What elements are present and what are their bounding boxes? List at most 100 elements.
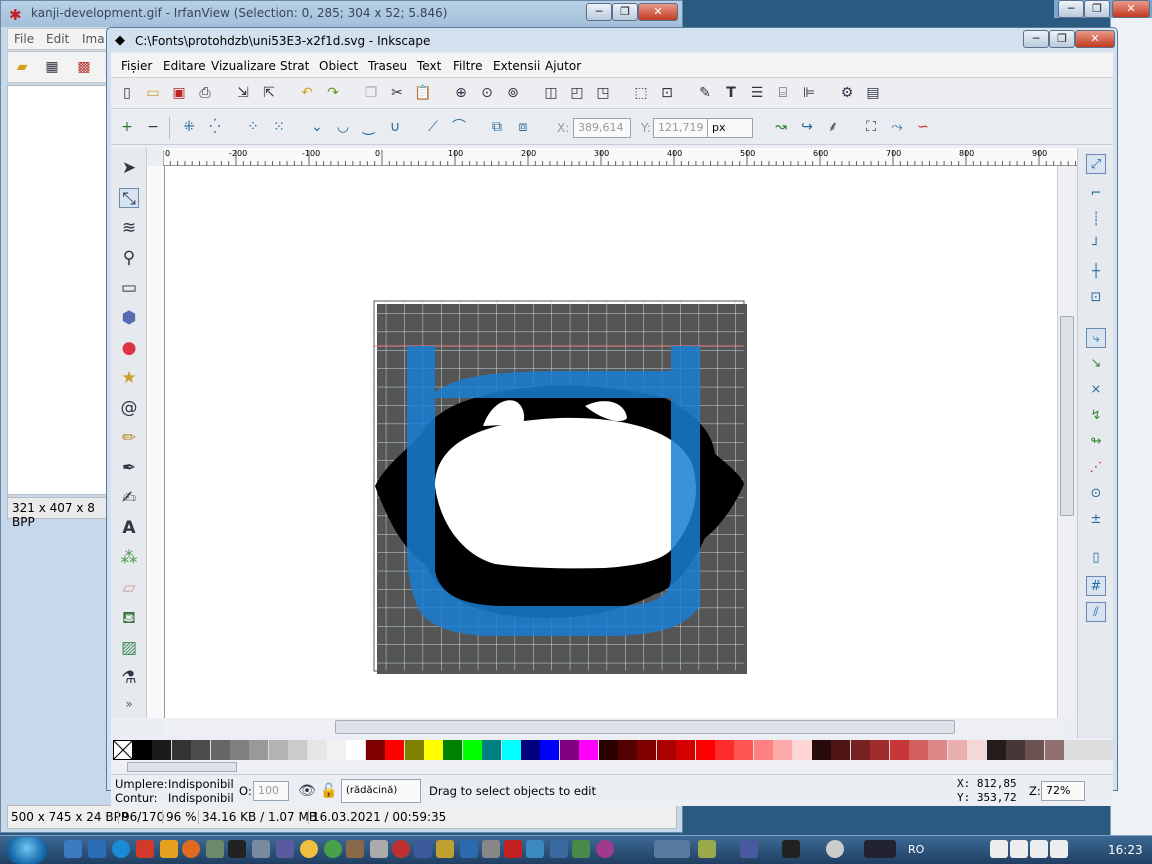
app-icon[interactable] [392,840,410,858]
color-swatch[interactable] [1006,740,1025,760]
color-swatch[interactable] [579,740,599,760]
tray-icon[interactable] [1050,840,1068,858]
close-button[interactable]: ✕ [1112,0,1150,18]
join-nodes-icon[interactable]: ⁜ [179,117,199,137]
app-icon[interactable] [572,840,590,858]
explorer-icon[interactable] [88,840,106,858]
color-swatch[interactable] [210,740,230,760]
app-icon[interactable] [252,840,270,858]
tray-icon[interactable] [1010,840,1028,858]
app-icon[interactable] [300,840,318,858]
vertical-scroll-thumb[interactable] [1060,316,1074,516]
color-swatch[interactable] [288,740,308,760]
menu-traseu[interactable]: Traseu [368,59,407,73]
internet-explorer-icon[interactable] [112,840,130,858]
eraser-tool-icon[interactable]: ▱ [119,578,139,598]
media-icon[interactable] [136,840,154,858]
3d-box-tool-icon[interactable]: ⬢ [119,308,139,328]
color-swatch[interactable] [152,740,172,760]
chrome-icon[interactable] [324,840,342,858]
opacity-input[interactable]: 100 [253,781,289,801]
color-swatch[interactable] [559,740,579,760]
color-swatch[interactable] [676,740,696,760]
layers-icon[interactable]: ☰ [747,83,767,103]
color-swatch[interactable] [812,740,831,760]
auto-smooth-node-icon[interactable]: ∪ [385,117,405,137]
color-swatch[interactable] [249,740,269,760]
paint-bucket-tool-icon[interactable]: ⛾ [119,608,139,628]
app-icon[interactable] [370,840,388,858]
color-swatch[interactable] [889,740,909,760]
php-icon[interactable] [276,840,294,858]
snap-rotation-center-icon[interactable]: ± [1086,510,1106,530]
color-swatch[interactable] [133,740,152,760]
snap-grid-icon[interactable]: # [1086,576,1106,596]
y-coordinate-input[interactable]: 121,719 [653,118,711,138]
undo-icon[interactable]: ↶ [297,83,317,103]
menu-ajutor[interactable]: Ajutor [545,59,581,73]
app-icon[interactable] [206,840,224,858]
clone-icon[interactable]: ◰ [567,83,587,103]
color-swatch[interactable] [831,740,851,760]
color-swatch[interactable] [598,740,618,760]
inkscape-minimize-button[interactable]: ─ [1023,30,1049,48]
snap-smooth-nodes-icon[interactable]: ↬ [1086,432,1106,452]
segment-line-icon[interactable]: ⟋ [423,117,443,137]
zoom-drawing-icon[interactable]: ⊙ [477,83,497,103]
new-document-icon[interactable]: ▯ [117,83,137,103]
menu-editare[interactable]: Editare [163,59,206,73]
color-swatch[interactable] [482,740,502,760]
color-swatch[interactable] [404,740,424,760]
maximize-button[interactable]: ❐ [1084,0,1110,18]
symmetric-node-icon[interactable]: ⏝ [359,117,379,137]
snap-bbox-centers-icon[interactable]: ⊡ [1086,288,1106,308]
app-icon[interactable] [460,840,478,858]
drawing-canvas[interactable] [165,166,1057,718]
irfanview-menu-image[interactable]: Ima [82,32,105,46]
color-swatch[interactable] [753,740,773,760]
irfanview-minimize-button[interactable]: ─ [586,3,612,21]
snap-cusp-nodes-icon[interactable]: ↯ [1086,406,1106,426]
show-handles-icon[interactable]: ↝ [771,117,791,137]
copy-icon[interactable]: ❐ [361,83,381,103]
align-distribute-icon[interactable]: ⊫ [799,83,819,103]
join-segment-icon[interactable]: ⁘ [243,117,263,137]
menu-strat[interactable]: Strat [280,59,309,73]
smooth-node-icon[interactable]: ◡ [333,117,353,137]
path-effect-icon[interactable]: ⸙ [823,117,843,137]
app-icon[interactable] [482,840,500,858]
print-icon[interactable]: ⎙ [195,83,215,103]
unit-select[interactable]: px [707,118,753,138]
ungroup-icon[interactable]: ⊡ [657,83,677,103]
firefox-icon[interactable] [182,840,200,858]
snap-bbox-edges-icon[interactable]: ┊ [1086,210,1106,230]
language-indicator[interactable]: RO [908,843,924,856]
color-swatch[interactable] [734,740,754,760]
menu-fisier[interactable]: Fișier [121,59,152,73]
next-path-effect-icon[interactable]: ⤳ [887,117,907,137]
color-swatch[interactable] [986,740,1006,760]
transform-handles-icon[interactable]: ⛶ [861,117,881,137]
delete-segment-icon[interactable]: ⁙ [269,117,289,137]
color-swatch[interactable] [424,740,443,760]
color-swatch[interactable] [870,740,890,760]
color-swatch[interactable] [695,740,715,760]
delete-node-icon[interactable]: − [143,117,163,137]
taskbar-console[interactable] [782,840,800,858]
node-tool-icon[interactable]: ⤡ [119,188,139,209]
ellipse-tool-icon[interactable]: ● [119,338,139,358]
color-swatch[interactable] [656,740,676,760]
break-path-icon[interactable]: ⁛ [205,117,225,137]
snap-centers-icon[interactable]: ⊙ [1086,484,1106,504]
snap-bbox-corners-icon[interactable]: ┘ [1086,236,1106,256]
zoom-tool-icon[interactable]: ⚲ [119,248,139,268]
horizontal-scrollbar[interactable] [165,718,1057,736]
redo-icon[interactable]: ↷ [323,83,343,103]
menu-text[interactable]: Text [417,59,441,73]
snap-paths-icon[interactable]: ↘ [1086,354,1106,374]
canvas-drawing[interactable] [165,166,1057,718]
color-swatch[interactable] [365,740,385,760]
text-tool-icon[interactable]: A [119,518,139,538]
color-swatch[interactable] [947,740,967,760]
duplicate-icon[interactable]: ◫ [541,83,561,103]
